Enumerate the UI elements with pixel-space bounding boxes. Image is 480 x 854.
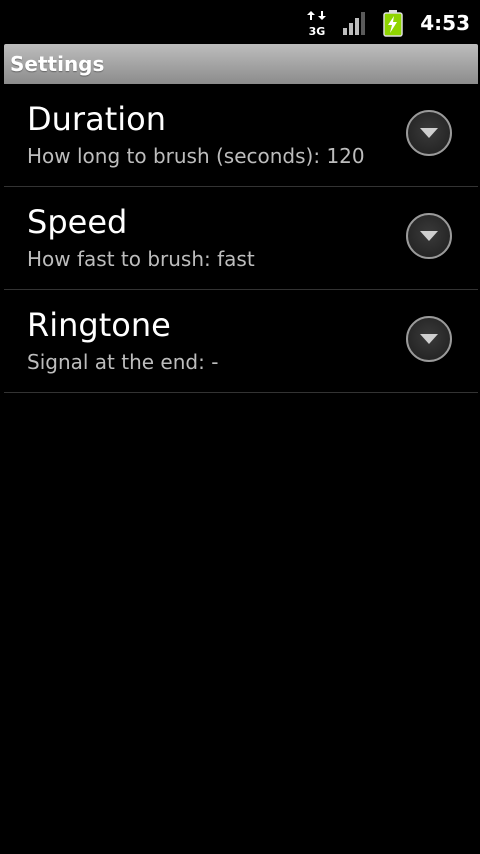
preference-speed[interactable]: Speed How fast to brush: fast (4, 187, 478, 290)
duration-dropdown-button[interactable] (406, 110, 452, 156)
signal-strength-icon (342, 10, 368, 36)
battery-charging-icon (382, 9, 404, 37)
page-title: Settings (10, 52, 105, 76)
chevron-down-icon (420, 334, 438, 344)
ringtone-dropdown-button[interactable] (406, 316, 452, 362)
status-icons: 3G 4:53 (306, 6, 470, 40)
network-3g-icon: 3G (306, 9, 328, 38)
preference-title: Duration (27, 100, 166, 138)
chevron-down-icon (420, 128, 438, 138)
chevron-down-icon (420, 231, 438, 241)
status-bar: 3G 4:53 (0, 0, 480, 44)
title-bar: Settings (4, 44, 478, 84)
preference-summary: How fast to brush: fast (27, 247, 255, 271)
preference-ringtone[interactable]: Ringtone Signal at the end: - (4, 290, 478, 393)
status-clock: 4:53 (420, 11, 470, 35)
preference-summary: How long to brush (seconds): 120 (27, 144, 365, 168)
network-label: 3G (309, 25, 326, 37)
preference-duration[interactable]: Duration How long to brush (seconds): 12… (4, 84, 478, 187)
preference-title: Speed (27, 203, 128, 241)
preference-summary: Signal at the end: - (27, 350, 219, 374)
speed-dropdown-button[interactable] (406, 213, 452, 259)
preference-list: Duration How long to brush (seconds): 12… (4, 84, 478, 393)
preference-title: Ringtone (27, 306, 171, 344)
